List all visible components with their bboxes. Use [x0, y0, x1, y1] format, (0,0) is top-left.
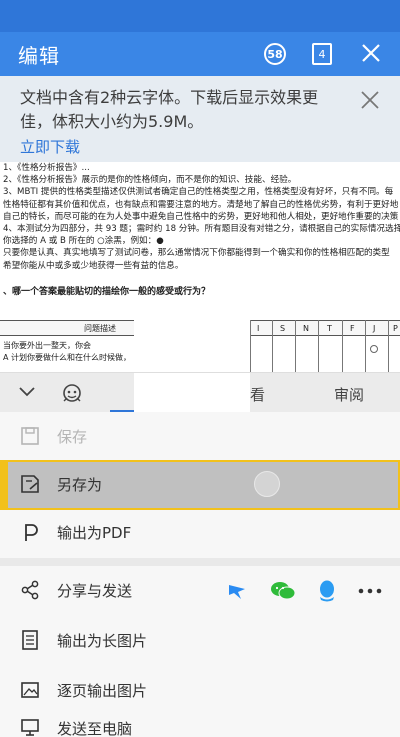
emoji-face-icon[interactable] — [60, 381, 84, 405]
pdf-icon — [25, 524, 38, 541]
download-now-link[interactable]: 立即下载 — [20, 136, 80, 157]
answer-circle-icon — [370, 345, 378, 353]
touch-indicator — [254, 471, 280, 497]
wechat-icon[interactable] — [270, 580, 296, 602]
tab-view[interactable]: 看 — [250, 384, 265, 405]
doc-question: 、哪一个答案最能贴切的描绘你一般的感受或行为？ — [3, 286, 211, 297]
menu-item-export-pdf[interactable]: 输出为PDF — [0, 508, 400, 558]
page-image-icon — [21, 682, 39, 698]
table-col: N — [303, 324, 309, 333]
doc-line: 只要你是认真、真实地填写了测试问卷，那么通常情况下你都能得到一个确实和你的性格相… — [3, 248, 390, 259]
table-row: 当你要外出一整天，你会 — [3, 341, 91, 350]
page-title: 编辑 — [18, 44, 60, 68]
status-bar — [0, 0, 400, 32]
menu-item-share[interactable]: 分享与发送 — [0, 566, 400, 616]
cloud-font-banner: 文档中含有2种云字体。下载后显示效果更佳，体积大小约为5.9M。 立即下载 — [0, 76, 400, 162]
file-menu: 保存 另存为 输出为PDF 分享与发送 输出为长图片 逐页输出图片 发送至电脑 — [0, 412, 400, 737]
menu-item-label: 发送至电脑 — [57, 720, 133, 737]
document-page[interactable]: 1、《性格分析报告》... 2、《性格分析报告》展示的是你的性格倾向，而不是你的… — [0, 162, 400, 372]
long-image-icon — [22, 630, 38, 650]
tab-count-button[interactable]: 4 — [312, 43, 332, 65]
table-body: 当你要外出一整天，你会 A 计划你要做什么和在什么时候做， — [3, 340, 131, 364]
banner-message: 文档中含有2种云字体。下载后显示效果更佳，体积大小约为5.9M。 — [20, 88, 319, 131]
menu-item-label: 另存为 — [57, 476, 103, 494]
doc-line: 希望你能从中或多或少地获得一些有益的信息。 — [3, 260, 184, 271]
table-col: F — [350, 324, 355, 333]
tab-blank-area — [134, 373, 250, 413]
menu-item-save[interactable]: 保存 — [0, 412, 400, 462]
menu-item-save-as[interactable]: 另存为 — [0, 460, 400, 510]
doc-blank-area — [134, 312, 250, 372]
doc-line: 你选择的 A 或 B 所在的 ○涂黑，例如：● — [3, 236, 164, 247]
doc-line: 1、《性格分析报告》... — [3, 163, 90, 173]
doc-line: 4、本测试分为四部分，共 93 题；需时约 18 分钟。所有题目没有对错之分，请… — [3, 224, 400, 235]
menu-item-send-to-pc[interactable]: 发送至电脑 — [0, 704, 400, 737]
save-icon — [21, 427, 39, 445]
table-col: P — [393, 324, 398, 333]
doc-line: 性格特征都有其价值和优点，也有缺点和需要注意的地方。清楚地了解自己的性格优劣势，… — [3, 199, 399, 210]
collapse-chevron-icon[interactable] — [18, 385, 36, 399]
dingtalk-icon[interactable] — [226, 580, 248, 602]
more-icon[interactable] — [358, 588, 382, 594]
menu-item-label: 输出为长图片 — [57, 632, 148, 650]
table-row: A 计划你要做什么和在什么时候做， — [3, 353, 132, 362]
menu-item-label: 逐页输出图片 — [57, 682, 148, 700]
sheet-tab-bar: 看 审阅 — [0, 372, 400, 413]
selection-marker — [2, 462, 8, 508]
app-header: 编辑 58 4 — [0, 32, 400, 76]
computer-icon — [21, 719, 39, 736]
table-col: T — [327, 324, 332, 333]
table-col: J — [373, 324, 376, 333]
table-col: S — [280, 324, 286, 333]
menu-item-long-image[interactable]: 输出为长图片 — [0, 616, 400, 666]
doc-line: 2、《性格分析报告》展示的是你的性格倾向，而不是你的知识、技能、经验。 — [3, 175, 297, 186]
notification-badge[interactable]: 58 — [264, 43, 286, 65]
share-icon — [21, 580, 39, 600]
save-as-icon — [21, 475, 39, 493]
qq-icon[interactable] — [316, 579, 338, 603]
menu-item-label: 分享与发送 — [57, 582, 133, 600]
doc-line: 自己的特长，而尽可能的在为人处事中避免自己性格中的劣势，更好地和他人相处，更好地… — [3, 211, 399, 222]
menu-divider — [0, 558, 400, 566]
menu-item-label: 保存 — [57, 428, 88, 446]
table-col: I — [257, 324, 260, 333]
doc-line: 3、MBTI 提供的性格类型描述仅供测试者确定自己的性格类型之用，性格类型没有好… — [3, 187, 394, 198]
table-header-label: 问题描述 — [84, 324, 116, 333]
tab-review[interactable]: 审阅 — [334, 384, 364, 405]
close-icon[interactable] — [358, 40, 384, 66]
menu-item-label: 输出为PDF — [57, 524, 132, 542]
banner-close-icon[interactable] — [358, 88, 382, 112]
